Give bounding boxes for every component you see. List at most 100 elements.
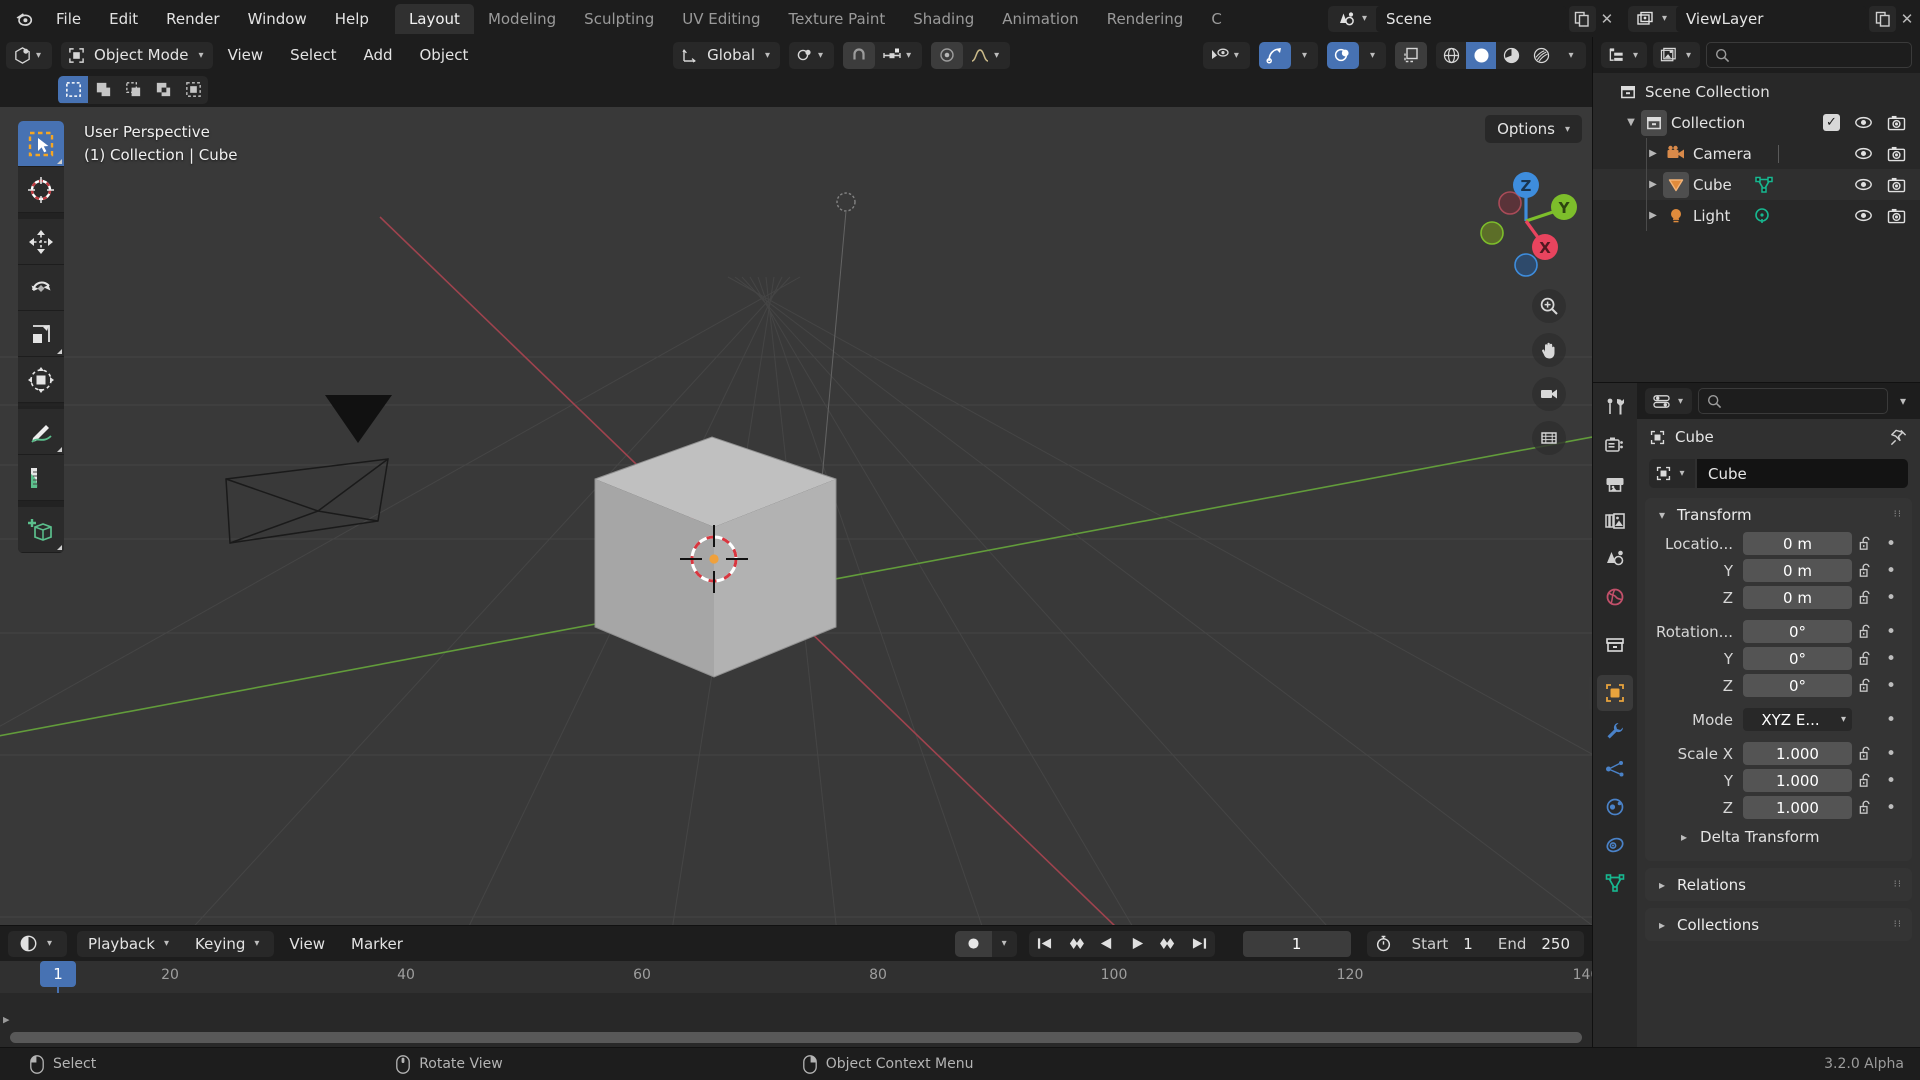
lock-open-icon[interactable] xyxy=(1852,745,1880,762)
viewlayer-selector[interactable]: ▾ ViewLayer xyxy=(1627,5,1866,32)
auto-keying-group[interactable]: ▾ xyxy=(954,930,1017,957)
gizmo-controls[interactable]: ▾ xyxy=(1258,41,1318,69)
object-tab[interactable] xyxy=(1589,675,1633,711)
camera-render-icon[interactable] xyxy=(1887,146,1906,162)
falloff-smooth-icon[interactable]: ▾ xyxy=(963,42,1010,69)
timeline-scrollbar-thumb[interactable] xyxy=(10,1032,1582,1043)
overlays-dropdown[interactable]: ▾ xyxy=(1359,42,1386,69)
pivot-median-icon[interactable]: ▾ xyxy=(789,42,834,69)
rotation-x-value[interactable]: 0° xyxy=(1743,620,1852,643)
end-frame-value[interactable]: 250 xyxy=(1537,935,1584,953)
location-z-value[interactable]: 0 m xyxy=(1743,586,1852,609)
timeline-body[interactable]: ▸ xyxy=(0,993,1592,1047)
collection-tab[interactable] xyxy=(1597,627,1633,663)
select-mode-group[interactable] xyxy=(58,76,208,104)
workspace-tab-modeling[interactable]: Modeling xyxy=(474,4,570,34)
physics-tab[interactable] xyxy=(1597,789,1633,825)
outliner-filter-icon[interactable]: ▾ xyxy=(1653,42,1701,68)
menu-window[interactable]: Window xyxy=(234,7,321,31)
location-y-value[interactable]: 0 m xyxy=(1743,559,1852,582)
shading-rendered-icon[interactable] xyxy=(1526,42,1556,69)
location-x-value[interactable]: 0 m xyxy=(1743,532,1852,555)
lock-open-icon[interactable] xyxy=(1852,772,1880,789)
rotation-mode-dropdown[interactable]: XYZ E... ▾ xyxy=(1743,708,1852,731)
object-mode-icon[interactable] xyxy=(61,42,92,69)
scene-name[interactable]: Scene xyxy=(1375,5,1566,32)
workspace-tab-rendering[interactable]: Rendering xyxy=(1093,4,1198,34)
properties-search-input[interactable] xyxy=(1698,388,1888,414)
workspace-tab-shading[interactable]: Shading xyxy=(899,4,988,34)
timeline-ruler[interactable]: 1 20 40 60 80 100 120 140 160 180 xyxy=(0,961,1592,993)
expander-open-icon[interactable]: ▼ xyxy=(1621,117,1641,128)
auto-keying-icon[interactable] xyxy=(954,930,992,957)
timeline-editor-type[interactable]: ▾ xyxy=(8,930,68,957)
animate-property-dot-icon[interactable]: • xyxy=(1880,744,1902,764)
lock-open-icon[interactable] xyxy=(1852,535,1880,552)
navigation-gizmo[interactable]: Z Y X xyxy=(1470,165,1582,277)
tool-move[interactable] xyxy=(18,219,64,265)
viewlayer-tab[interactable] xyxy=(1597,503,1633,539)
menu-help[interactable]: Help xyxy=(321,7,383,31)
select-extend-icon[interactable] xyxy=(88,76,118,103)
jump-to-keyframe-prev-icon[interactable] xyxy=(1060,931,1091,957)
outliner-row-light[interactable]: ▶ Light xyxy=(1593,200,1920,231)
timeline-menu-view[interactable]: View xyxy=(278,933,336,955)
scene-tab[interactable] xyxy=(1597,541,1633,577)
timeline-scrollbar[interactable] xyxy=(10,1032,1582,1043)
shading-dropdown[interactable]: ▾ xyxy=(1556,42,1586,69)
rotation-y-value[interactable]: 0° xyxy=(1743,647,1852,670)
modifier-tab[interactable] xyxy=(1597,713,1633,749)
scale-y-value[interactable]: 1.000 xyxy=(1743,769,1852,792)
panel-relations-header[interactable]: ▸ Relations ⁝⁝ xyxy=(1645,868,1912,901)
transform-orientation-label[interactable]: Global xyxy=(705,46,761,64)
grip-dots-icon[interactable]: ⁝⁝ xyxy=(1894,879,1902,890)
animate-property-dot-icon[interactable]: • xyxy=(1880,710,1902,730)
panel-transform-header[interactable]: ▾ Transform ⁝⁝ xyxy=(1645,498,1912,531)
outliner-tree[interactable]: Scene Collection ▼ Collection ✓ ▶ Camera… xyxy=(1593,73,1920,382)
world-tab[interactable] xyxy=(1597,579,1633,615)
jump-to-keyframe-next-icon[interactable] xyxy=(1153,931,1184,957)
workspace-tab-uv-editing[interactable]: UV Editing xyxy=(668,4,774,34)
animate-property-dot-icon[interactable]: • xyxy=(1880,649,1902,669)
viewport-menu-view[interactable]: View xyxy=(216,43,276,67)
animate-property-dot-icon[interactable]: • xyxy=(1880,771,1902,791)
tool-tab[interactable] xyxy=(1597,389,1633,425)
visibility-selector[interactable]: ▾ xyxy=(1202,41,1250,69)
transform-orientation-selector[interactable]: Global ▾ xyxy=(673,41,781,69)
lock-open-icon[interactable] xyxy=(1852,623,1880,640)
timeline-playhead[interactable]: 1 xyxy=(40,961,76,987)
viewport-menu-object[interactable]: Object xyxy=(408,43,481,67)
overlay-controls[interactable]: ▾ xyxy=(1326,41,1386,69)
workspace-tab-layout[interactable]: Layout xyxy=(394,3,474,34)
outliner-row-cube[interactable]: ▶ Cube xyxy=(1593,169,1920,200)
properties-expand-chevron-icon[interactable]: ▾ xyxy=(1894,394,1912,408)
object-name-value[interactable]: Cube xyxy=(1697,459,1908,488)
tool-tweak-select-box[interactable] xyxy=(18,121,64,167)
stopwatch-icon[interactable] xyxy=(1367,931,1401,957)
new-viewlayer-icon[interactable] xyxy=(1869,5,1896,32)
viewport-options-button[interactable]: Options ▾ xyxy=(1485,115,1582,143)
animate-property-dot-icon[interactable]: • xyxy=(1880,622,1902,642)
outliner-search-input[interactable] xyxy=(1706,42,1912,68)
animate-property-dot-icon[interactable]: • xyxy=(1880,534,1902,554)
snap-controls[interactable]: ▾ xyxy=(843,41,923,69)
data-tab[interactable] xyxy=(1597,865,1633,901)
outliner-display-mode-icon[interactable]: ▾ xyxy=(1601,42,1648,68)
zoom-icon[interactable] xyxy=(1532,289,1566,323)
editor-type-3dview-icon[interactable]: ▾ xyxy=(6,42,52,69)
object-name-field[interactable]: ▾ Cube xyxy=(1649,459,1908,488)
pin-icon[interactable] xyxy=(1889,428,1908,447)
tool-cursor[interactable] xyxy=(18,167,64,213)
workspace-tab-animation[interactable]: Animation xyxy=(988,4,1092,34)
scene-icon[interactable]: ▾ xyxy=(1328,6,1376,32)
object-square-icon[interactable]: ▾ xyxy=(1649,459,1695,488)
timeline-menu-playback[interactable]: Playback ▾ xyxy=(77,933,184,955)
pan-hand-icon[interactable] xyxy=(1532,333,1566,367)
tool-annotate[interactable] xyxy=(18,409,64,455)
play-icon[interactable] xyxy=(1122,931,1153,957)
shading-mode-selector[interactable]: ▾ xyxy=(1436,41,1586,69)
xray-toggle[interactable] xyxy=(1395,41,1427,69)
outliner-row-collection[interactable]: ▼ Collection ✓ xyxy=(1593,107,1920,138)
lock-open-icon[interactable] xyxy=(1852,562,1880,579)
camera-render-icon[interactable] xyxy=(1887,115,1906,131)
